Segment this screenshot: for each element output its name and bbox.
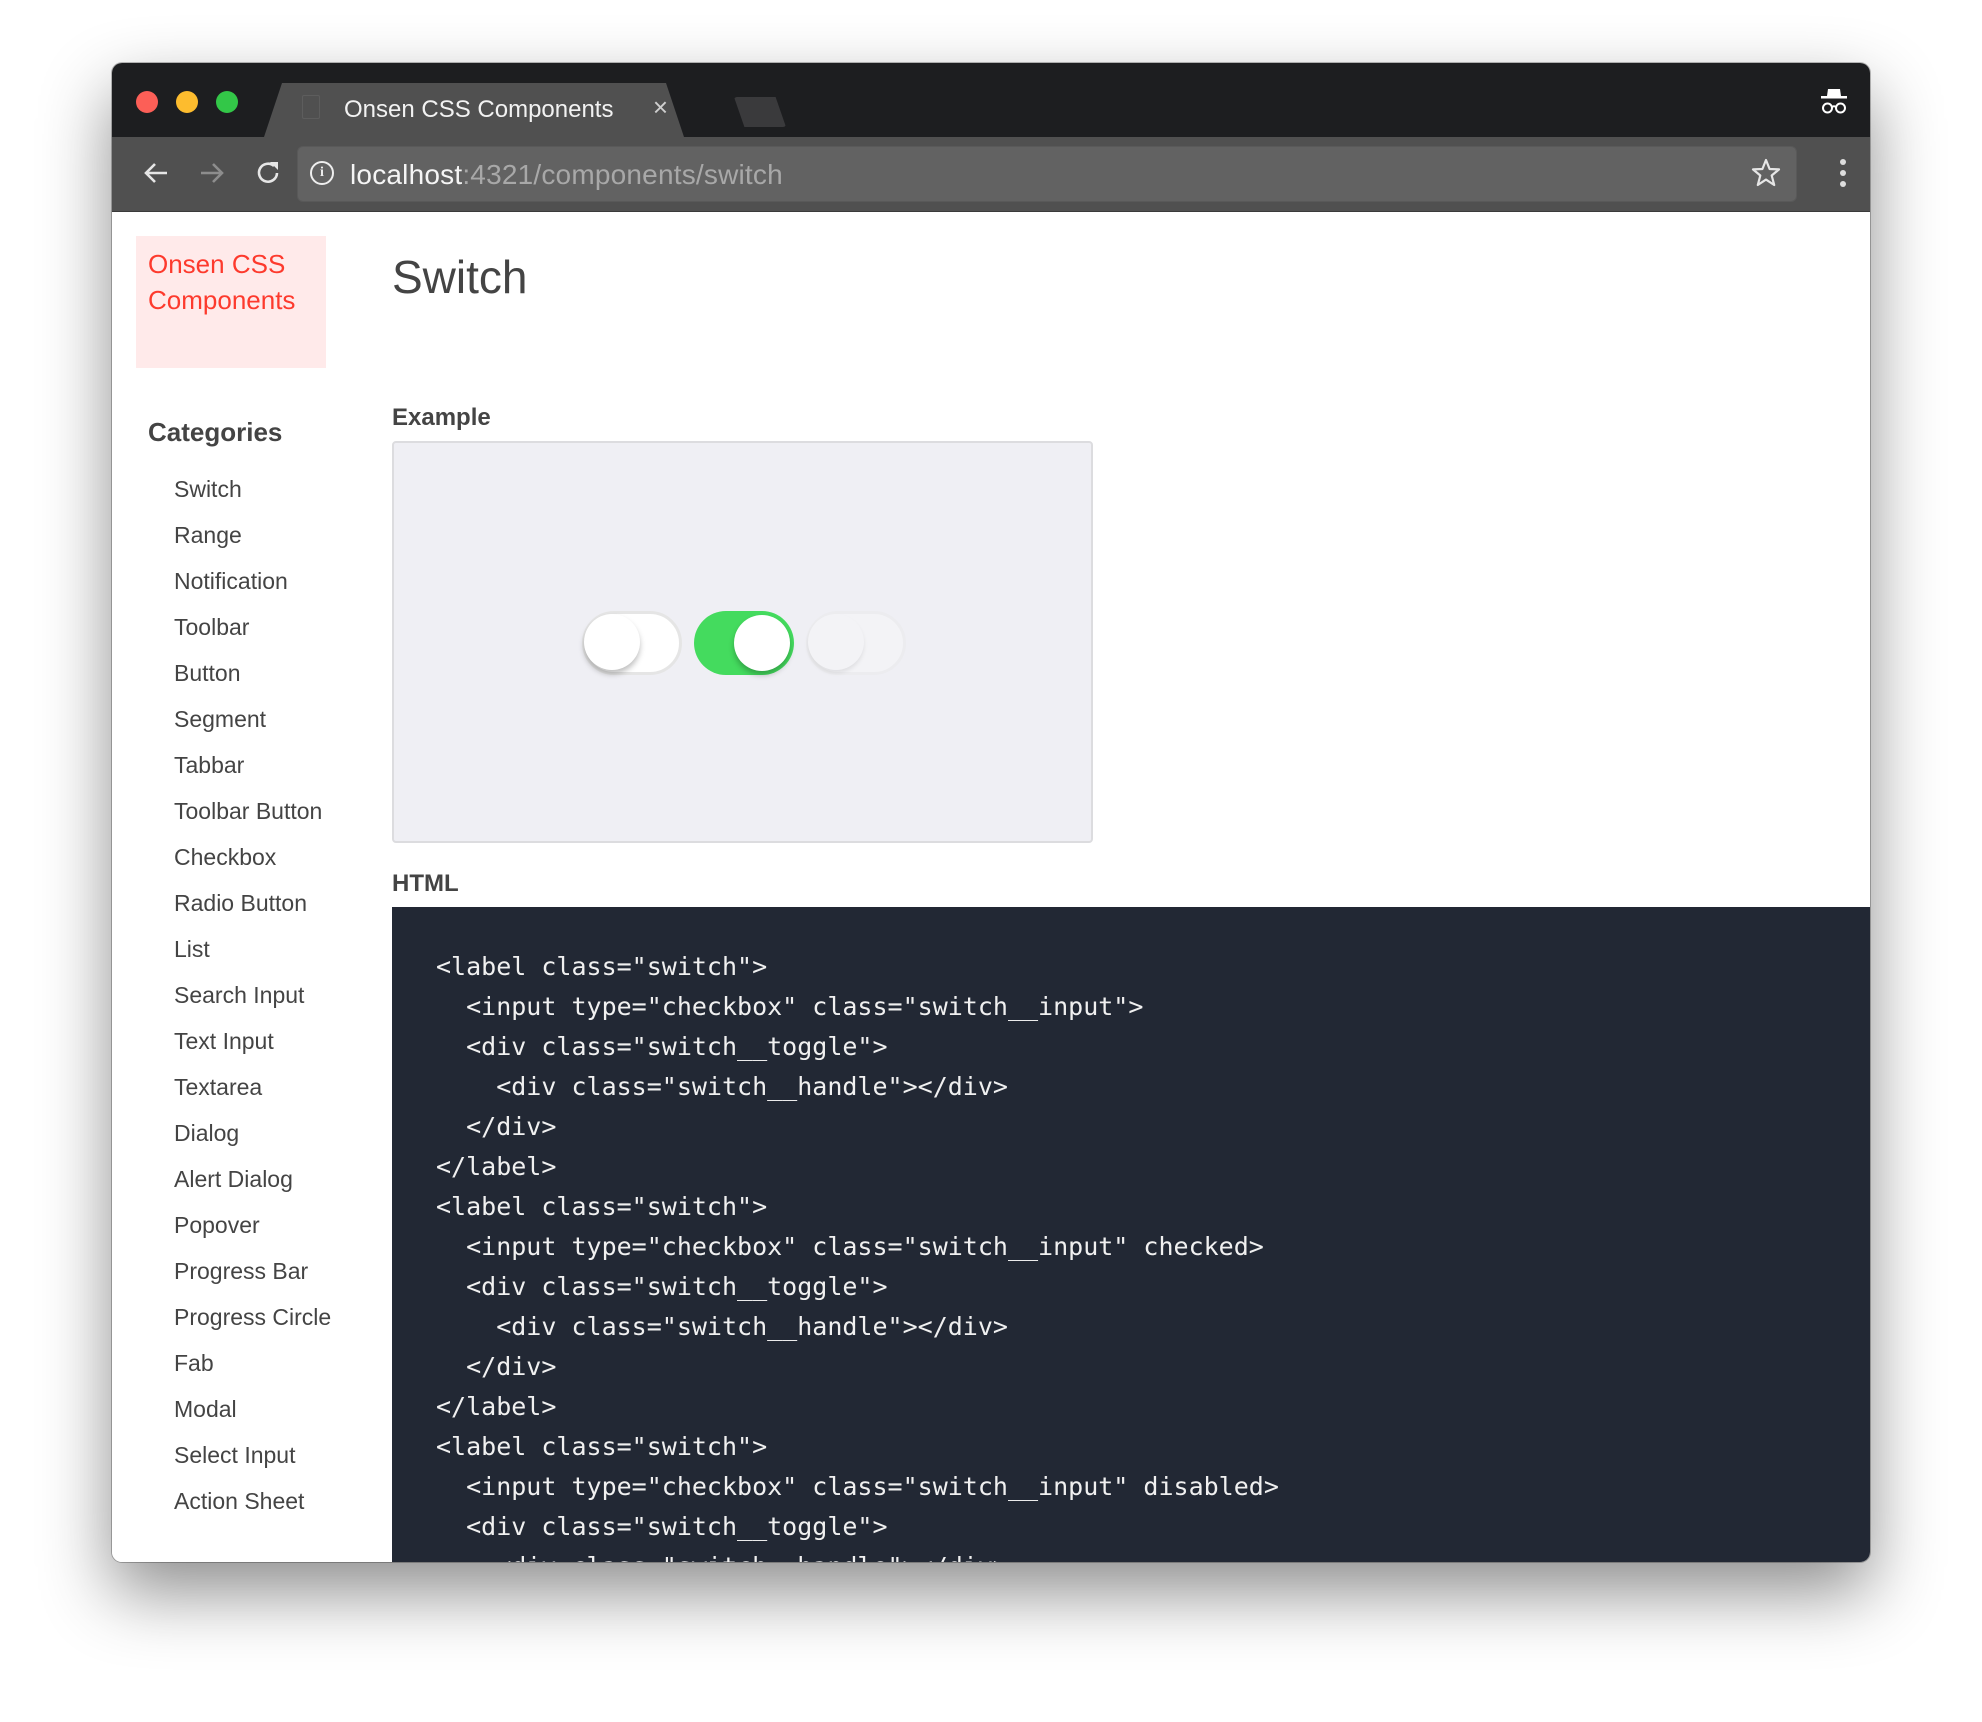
page-title: Switch: [392, 251, 528, 303]
code-block: <label class="switch"> <input type="chec…: [392, 907, 1870, 1562]
browser-window: Onsen CSS Components × i localhost:4321/…: [112, 63, 1870, 1562]
sidebar-item-segment[interactable]: Segment: [174, 696, 331, 742]
document-icon: [302, 95, 320, 119]
switch-on[interactable]: [694, 611, 794, 675]
reload-icon: [257, 162, 279, 183]
sidebar-item-toolbar-button[interactable]: Toolbar Button: [174, 788, 331, 834]
sidebar-item-switch[interactable]: Switch: [174, 466, 331, 512]
kebab-menu-icon[interactable]: [1840, 159, 1848, 192]
switch-handle: [584, 614, 640, 670]
arrow-right-icon: [201, 163, 224, 183]
logo-text: Onsen CSS Components: [148, 249, 296, 315]
sidebar-item-search-input[interactable]: Search Input: [174, 972, 331, 1018]
sidebar-item-alert-dialog[interactable]: Alert Dialog: [174, 1156, 331, 1202]
example-preview: [392, 441, 1093, 843]
sidebar-item-action-sheet[interactable]: Action Sheet: [174, 1478, 331, 1524]
sidebar-item-textarea[interactable]: Textarea: [174, 1064, 331, 1110]
sidebar-item-progress-circle[interactable]: Progress Circle: [174, 1294, 331, 1340]
site-logo[interactable]: Onsen CSS Components: [136, 236, 326, 368]
html-label: HTML: [392, 870, 459, 897]
incognito-icon: [1821, 89, 1847, 114]
category-list: Switch Range Notification Toolbar Button…: [174, 466, 331, 1524]
sidebar-item-dialog[interactable]: Dialog: [174, 1110, 331, 1156]
sidebar-item-list[interactable]: List: [174, 926, 331, 972]
switch-handle: [734, 615, 790, 671]
new-tab-button[interactable]: [734, 97, 786, 127]
switch-handle: [808, 614, 864, 670]
switch-disabled: [806, 611, 906, 675]
tab-title: Onsen CSS Components: [344, 96, 614, 123]
reload-button[interactable]: [250, 155, 286, 191]
sidebar-item-button[interactable]: Button: [174, 650, 331, 696]
sidebar-item-checkbox[interactable]: Checkbox: [174, 834, 331, 880]
sidebar-item-select-input[interactable]: Select Input: [174, 1432, 331, 1478]
page-content: Onsen CSS Components Categories Switch R…: [112, 212, 1870, 1562]
close-window-button[interactable]: [136, 91, 158, 113]
minimize-window-button[interactable]: [176, 91, 198, 113]
info-icon[interactable]: i: [310, 161, 334, 185]
tab-close-icon[interactable]: ×: [653, 94, 668, 120]
example-label: Example: [392, 404, 491, 431]
sidebar-item-notification[interactable]: Notification: [174, 558, 331, 604]
tab-strip: Onsen CSS Components ×: [112, 63, 1870, 137]
categories-heading: Categories: [148, 417, 283, 447]
code-text: <label class="switch"> <input type="chec…: [436, 952, 1279, 1562]
sidebar-item-popover[interactable]: Popover: [174, 1202, 331, 1248]
maximize-window-button[interactable]: [216, 91, 238, 113]
sidebar-item-range[interactable]: Range: [174, 512, 331, 558]
browser-tab[interactable]: Onsen CSS Components ×: [264, 83, 684, 137]
sidebar-item-radio-button[interactable]: Radio Button: [174, 880, 331, 926]
back-button[interactable]: [138, 155, 174, 191]
sidebar-item-progress-bar[interactable]: Progress Bar: [174, 1248, 331, 1294]
arrow-left-icon: [144, 163, 167, 183]
star-icon[interactable]: [1750, 157, 1782, 189]
browser-toolbar: i localhost:4321/components/switch: [112, 137, 1870, 212]
forward-button[interactable]: [194, 155, 230, 191]
switch-group: [582, 611, 906, 675]
url-text[interactable]: localhost:4321/components/switch: [350, 159, 783, 191]
url-path: :4321/components/switch: [462, 159, 783, 190]
sidebar-item-modal[interactable]: Modal: [174, 1386, 331, 1432]
address-bar[interactable]: i localhost:4321/components/switch: [297, 146, 1797, 202]
url-host: localhost: [350, 159, 463, 190]
switch-off[interactable]: [582, 611, 682, 675]
sidebar-item-fab[interactable]: Fab: [174, 1340, 331, 1386]
sidebar-item-toolbar[interactable]: Toolbar: [174, 604, 331, 650]
sidebar-item-text-input[interactable]: Text Input: [174, 1018, 331, 1064]
sidebar-item-tabbar[interactable]: Tabbar: [174, 742, 331, 788]
